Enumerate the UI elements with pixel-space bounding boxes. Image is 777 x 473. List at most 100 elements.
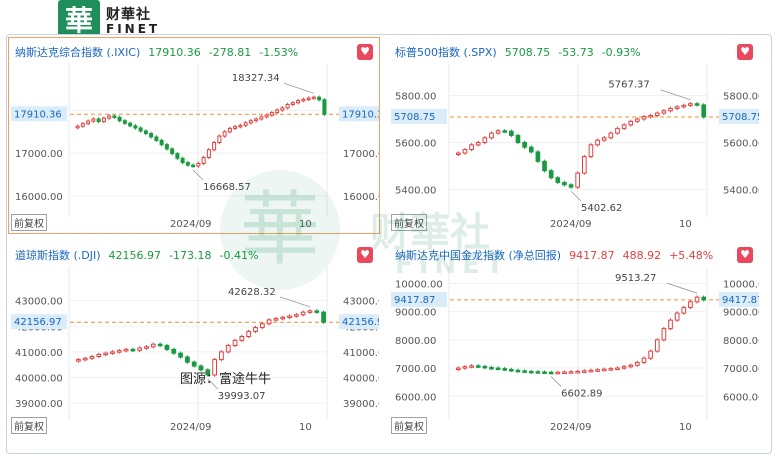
candle-body bbox=[185, 356, 190, 363]
candle-body bbox=[701, 296, 707, 301]
candle-body bbox=[535, 151, 541, 162]
candle-body bbox=[280, 107, 285, 111]
candle-body bbox=[110, 351, 115, 354]
candle-body bbox=[321, 311, 326, 323]
y-tick-label-left: 6000.00 bbox=[395, 392, 436, 403]
candle-body bbox=[469, 144, 474, 151]
candle-body bbox=[542, 160, 547, 172]
candle-body bbox=[462, 149, 468, 154]
x-date-label: 2024/09 bbox=[550, 422, 592, 433]
y-tick-label-right: 39000.00 bbox=[343, 399, 379, 410]
candle-body bbox=[455, 152, 461, 156]
candle-body bbox=[175, 153, 180, 159]
candle-body bbox=[528, 146, 534, 153]
candle-body bbox=[522, 370, 527, 373]
candle-body bbox=[254, 118, 259, 122]
candle-body bbox=[528, 370, 534, 374]
candle-body bbox=[588, 369, 594, 373]
y-tick-label-right: 40000.00 bbox=[343, 374, 379, 385]
candle-body bbox=[601, 137, 607, 141]
candle-body bbox=[248, 120, 253, 124]
adjust-mode-button[interactable]: 前复权 bbox=[11, 214, 47, 231]
adjust-mode-button[interactable]: 前复权 bbox=[391, 214, 427, 231]
y-tick-label-right: 9000.00 bbox=[723, 308, 759, 319]
candle-body bbox=[469, 365, 474, 368]
candle-body bbox=[307, 310, 313, 313]
y-tick-label-left: 16000.00 bbox=[15, 192, 63, 203]
candle-body bbox=[154, 136, 159, 141]
y-tick-label-left: 39000.00 bbox=[15, 399, 63, 410]
last-price-tag-right: 9417.87 bbox=[722, 295, 759, 306]
chart-grid: 纳斯达克综合指数 (.IXIC) 17910.36 -278.81 -1.53% ♥ 16… bbox=[6, 34, 772, 454]
candle-body bbox=[317, 96, 322, 101]
candle-body bbox=[285, 103, 290, 109]
candle-body bbox=[137, 347, 143, 351]
candle-body bbox=[608, 132, 614, 139]
candle-body bbox=[635, 361, 640, 366]
y-tick-label-right: 41000.00 bbox=[343, 348, 379, 359]
candle-body bbox=[502, 130, 508, 133]
last-price-tag-left: 9417.87 bbox=[394, 295, 435, 306]
chart-panel-dji[interactable]: 道琼斯指数 (.DJI) 42156.97 -173.18 -0.41% ♥ 39000.… bbox=[9, 241, 379, 436]
candle-body bbox=[269, 112, 274, 116]
candle-body bbox=[681, 104, 687, 108]
candle-body bbox=[615, 367, 620, 371]
candle-body bbox=[648, 114, 653, 118]
candle-body bbox=[694, 103, 700, 106]
candle-body bbox=[293, 314, 299, 317]
candle-body bbox=[306, 97, 311, 101]
candle-body bbox=[668, 107, 673, 112]
candle-body bbox=[581, 370, 587, 373]
chart-panel-ixic[interactable]: 纳斯达克综合指数 (.IXIC) 17910.36 -278.81 -1.53% ♥ 16… bbox=[8, 37, 380, 234]
candle-body bbox=[475, 142, 481, 146]
candlestick-chart: 5400.00 5400.00 5600.00 5600.00 5800.00 5800.… bbox=[391, 64, 759, 230]
candle-body bbox=[219, 351, 224, 361]
candle-body bbox=[96, 353, 102, 358]
candlestick-chart: 16000.0016000.0017000.0017000.0018000.00… bbox=[11, 64, 379, 230]
candle-body bbox=[170, 148, 175, 155]
candle-body bbox=[150, 343, 156, 348]
adjust-mode-button[interactable]: 前复权 bbox=[391, 417, 427, 434]
candle-body bbox=[311, 96, 316, 100]
y-tick-label-left: 5400.00 bbox=[395, 186, 436, 197]
chart-panel-spx[interactable]: 标普500指数 (.SPX) 5708.75 -53.73 -0.93% ♥ 5400.0… bbox=[389, 38, 759, 233]
candle-body bbox=[233, 126, 238, 129]
chart-panel-golden-dragon[interactable]: 纳斯达克中国金龙指数 (净总回报) 9417.87 488.92 +5.48% ♥ 600… bbox=[389, 241, 759, 436]
candle-body bbox=[575, 172, 581, 188]
candle-body bbox=[635, 118, 640, 122]
candle-body bbox=[489, 132, 494, 139]
candle-body bbox=[701, 104, 707, 118]
x-date-label: 2024/09 bbox=[170, 422, 212, 433]
candle-body bbox=[86, 120, 91, 125]
candle-body bbox=[641, 357, 647, 363]
candle-body bbox=[654, 112, 660, 116]
candle-body bbox=[116, 350, 122, 353]
y-tick-label-left: 5800.00 bbox=[395, 92, 436, 103]
candle-body bbox=[206, 149, 211, 158]
x-tick-label: 10 bbox=[679, 219, 692, 230]
y-tick-label-right: 7000.00 bbox=[723, 364, 759, 375]
candle-body bbox=[575, 370, 581, 374]
candle-body bbox=[246, 330, 252, 338]
candle-body bbox=[522, 142, 527, 148]
candle-body bbox=[123, 348, 129, 352]
candle-body bbox=[515, 369, 521, 373]
adjust-mode-button[interactable]: 前复权 bbox=[11, 417, 47, 434]
y-tick-label-right: 6000.00 bbox=[723, 392, 759, 403]
candlestick-chart: 6000.00 6000.00 7000.00 7000.00 8000.00 8000.… bbox=[391, 267, 759, 433]
last-price-tag-right: 17910.36 bbox=[342, 109, 379, 120]
candle-body bbox=[217, 135, 222, 144]
candle-body bbox=[621, 366, 627, 369]
candle-body bbox=[568, 371, 574, 374]
candle-body bbox=[227, 127, 232, 133]
candle-body bbox=[130, 348, 136, 352]
min-price-label: 39993.07 bbox=[218, 391, 266, 402]
candle-body bbox=[164, 144, 169, 150]
candle-body bbox=[475, 365, 481, 368]
candle-body bbox=[562, 181, 567, 186]
candle-body bbox=[80, 123, 85, 127]
last-price-tag-left: 17910.36 bbox=[14, 109, 62, 120]
candle-body bbox=[164, 345, 170, 350]
y-tick-label-right: 5600.00 bbox=[723, 139, 759, 150]
candlestick-chart: 39000.00 39000.00 40000.00 40000.00 41000.00… bbox=[11, 267, 379, 433]
